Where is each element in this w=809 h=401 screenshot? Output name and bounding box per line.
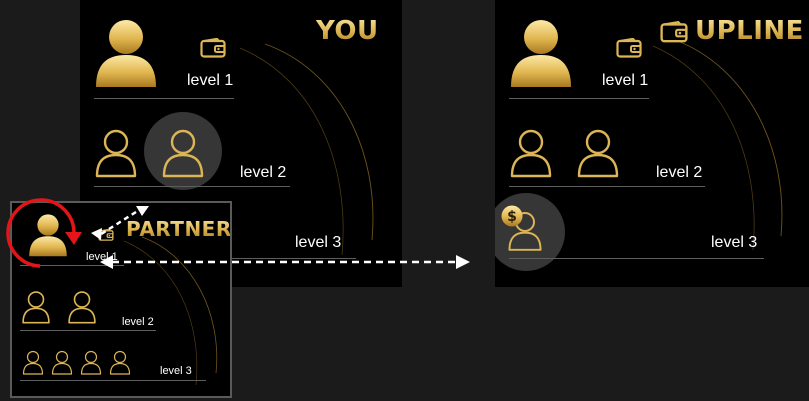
- level-3-divider: [20, 380, 206, 381]
- wallet-icon: [660, 21, 688, 43]
- level-1-divider: [509, 98, 649, 99]
- wallet-icon: [200, 38, 226, 58]
- user-icon: [509, 17, 573, 89]
- upline-level-2-label: level 2: [656, 164, 703, 181]
- user-outline-icon: [21, 290, 51, 324]
- you-level-1-label: level 1: [187, 72, 234, 89]
- upline-level-3-label: level 3: [711, 234, 758, 251]
- user-outline-icon: [80, 350, 102, 375]
- user-outline-icon: [509, 128, 553, 178]
- upline-level-1-label: level 1: [602, 72, 649, 89]
- partner-level-1-label: level 1: [86, 251, 118, 263]
- partner-level-2-label: level 2: [122, 316, 154, 328]
- wallet-icon: [616, 38, 642, 58]
- partner-title: PARTNER: [126, 217, 232, 241]
- user-outline-icon: [51, 350, 73, 375]
- svg-text:$: $: [507, 209, 517, 225]
- level-2-divider: [509, 186, 705, 187]
- level-3-divider: [509, 258, 764, 259]
- user-outline-icon: [67, 290, 97, 324]
- user-outline-icon: [109, 350, 131, 375]
- wallet-icon: [98, 229, 114, 241]
- partner-panel: PARTNER level 1 level 2 level 3: [10, 201, 232, 398]
- level-1-divider: [20, 265, 124, 266]
- user-outline-icon: [576, 128, 620, 178]
- upline-title: UPLINE: [695, 16, 804, 46]
- user-icon: [94, 17, 158, 89]
- dollar-coin-icon: $: [501, 205, 523, 227]
- you-level-2-label: level 2: [240, 164, 287, 181]
- level-2-divider: [94, 186, 290, 187]
- you-level-3-label: level 3: [295, 234, 342, 251]
- upline-panel: UPLINE level 1 level 2 $ level 3: [495, 0, 809, 287]
- level-2-divider: [20, 330, 156, 331]
- level-1-divider: [94, 98, 234, 99]
- partner-level-3-label: level 3: [160, 365, 192, 377]
- user-outline-icon: [22, 350, 44, 375]
- user-outline-icon: [161, 128, 205, 178]
- user-outline-icon: [94, 128, 138, 178]
- you-title: YOU: [316, 16, 379, 46]
- user-icon: [28, 212, 68, 258]
